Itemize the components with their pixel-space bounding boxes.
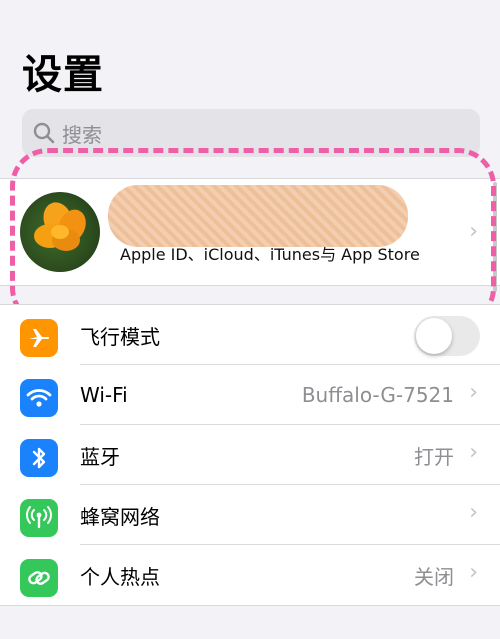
apple-id-row[interactable]: Apple ID、iCloud、iTunes与 App Store › xyxy=(0,178,500,286)
hotspot-link-icon xyxy=(20,559,58,597)
row-cellular[interactable]: 蜂窝网络 › xyxy=(0,485,500,545)
redacted-name-scribble xyxy=(108,185,408,247)
settings-page: 设置 搜索 Apple ID、iCloud、iTunes与 App Store … xyxy=(0,0,500,639)
scrollbar[interactable] xyxy=(493,182,497,292)
page-title: 设置 xyxy=(22,52,104,98)
chevron-right-icon: › xyxy=(469,380,478,405)
search-icon xyxy=(33,122,55,144)
hotspot-label: 个人热点 xyxy=(80,564,160,589)
hotspot-status-value: 关闭 xyxy=(414,564,454,589)
airplane-icon xyxy=(20,319,58,357)
search-bar[interactable]: 搜索 xyxy=(22,109,480,157)
wifi-label: Wi-Fi xyxy=(80,383,128,407)
connectivity-group: 飞行模式 Wi-Fi Buffalo-G-7521 › 蓝牙 打开 › 蜂窝网络… xyxy=(0,304,500,606)
row-personal-hotspot[interactable]: 个人热点 关闭 › xyxy=(0,545,500,605)
row-wifi[interactable]: Wi-Fi Buffalo-G-7521 › xyxy=(0,365,500,425)
airplane-mode-toggle[interactable] xyxy=(414,316,480,356)
profile-subtitle: Apple ID、iCloud、iTunes与 App Store xyxy=(120,245,420,264)
wifi-icon xyxy=(20,379,58,417)
row-bluetooth[interactable]: 蓝牙 打开 › xyxy=(0,425,500,485)
wifi-network-value: Buffalo-G-7521 xyxy=(301,383,454,407)
chevron-right-icon: › xyxy=(469,500,478,525)
cellular-label: 蜂窝网络 xyxy=(80,504,160,529)
chevron-right-icon: › xyxy=(469,560,478,585)
toggle-knob xyxy=(416,318,452,354)
chevron-right-icon: › xyxy=(469,219,478,244)
bluetooth-label: 蓝牙 xyxy=(80,444,120,469)
airplane-mode-label: 飞行模式 xyxy=(80,324,160,349)
row-airplane-mode: 飞行模式 xyxy=(0,305,500,365)
bluetooth-status-value: 打开 xyxy=(414,444,454,469)
search-placeholder: 搜索 xyxy=(62,122,102,147)
cellular-antenna-icon xyxy=(20,499,58,537)
flower-photo-icon xyxy=(34,202,86,251)
bluetooth-icon xyxy=(20,439,58,477)
chevron-right-icon: › xyxy=(469,440,478,465)
avatar xyxy=(20,192,100,272)
